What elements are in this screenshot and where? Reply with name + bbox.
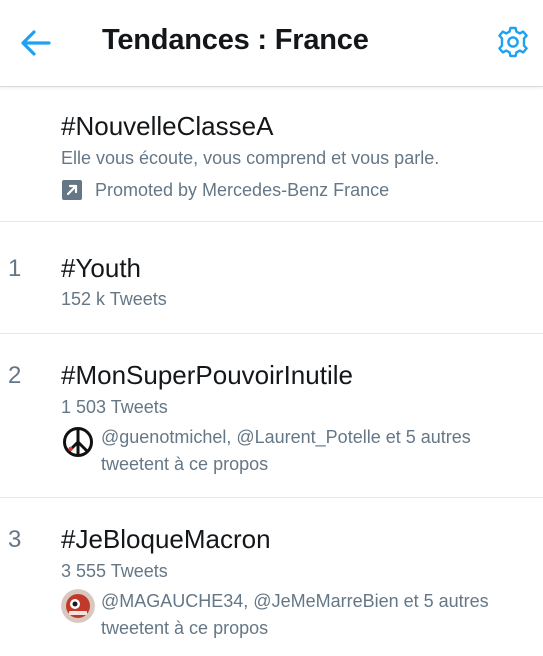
trend-item-2[interactable]: 2 #MonSuperPouvoirInutile 1 503 Tweets @…: [0, 334, 543, 498]
context-line: @guenotmichel, @Laurent_Potelle et 5 aut…: [101, 427, 471, 447]
peace-symbol-icon[interactable]: [61, 425, 95, 459]
settings-button[interactable]: [495, 24, 531, 60]
trend-context: @MAGAUCHE34, @JeMeMarreBien et 5 autres …: [61, 588, 533, 642]
arrow-left-icon: [21, 30, 51, 56]
trend-rank: 2: [8, 362, 22, 389]
tweet-count: 3 555 Tweets: [61, 561, 168, 581]
top-bar: Tendances : France: [0, 0, 543, 87]
tweet-count: 1 503 Tweets: [61, 397, 168, 417]
trend-rank: 3: [8, 526, 22, 553]
context-text: @MAGAUCHE34, @JeMeMarreBien et 5 autres …: [101, 588, 489, 642]
trend-item-3[interactable]: 3 #JeBloqueMacron 3 555 Tweets @MAGAUCHE…: [0, 498, 543, 656]
trend-hashtag[interactable]: #NouvelleClasseA: [61, 111, 273, 142]
trend-context: @guenotmichel, @Laurent_Potelle et 5 aut…: [61, 424, 533, 478]
trend-hashtag[interactable]: #JeBloqueMacron: [61, 524, 271, 555]
context-line: tweetent à ce propos: [101, 618, 269, 638]
tweet-count: 152 k Tweets: [61, 289, 167, 309]
trend-item-1[interactable]: 1 #Youth 152 k Tweets: [0, 222, 543, 334]
context-line: tweetent à ce propos: [101, 454, 269, 474]
context-text: @guenotmichel, @Laurent_Potelle et 5 aut…: [101, 424, 471, 478]
trend-rank: 1: [8, 255, 22, 282]
profile-avatar-icon[interactable]: [61, 589, 95, 623]
trend-hashtag[interactable]: #Youth: [61, 253, 141, 284]
promoted-arrow-icon: [61, 179, 83, 201]
promoted-by-line: Promoted by Mercedes-Benz France: [61, 179, 389, 201]
promoted-by-label: Promoted by Mercedes-Benz France: [95, 179, 390, 200]
gear-icon: [498, 26, 528, 58]
context-line: @MAGAUCHE34, @JeMeMarreBien et 5 autres: [101, 591, 489, 611]
promoted-description: Elle vous écoute, vous comprend et vous …: [61, 148, 440, 168]
promoted-trend-item[interactable]: #NouvelleClasseA Elle vous écoute, vous …: [0, 87, 543, 222]
back-button[interactable]: [18, 27, 54, 59]
trend-hashtag[interactable]: #MonSuperPouvoirInutile: [61, 360, 353, 391]
page-title: Tendances : France: [102, 24, 369, 56]
